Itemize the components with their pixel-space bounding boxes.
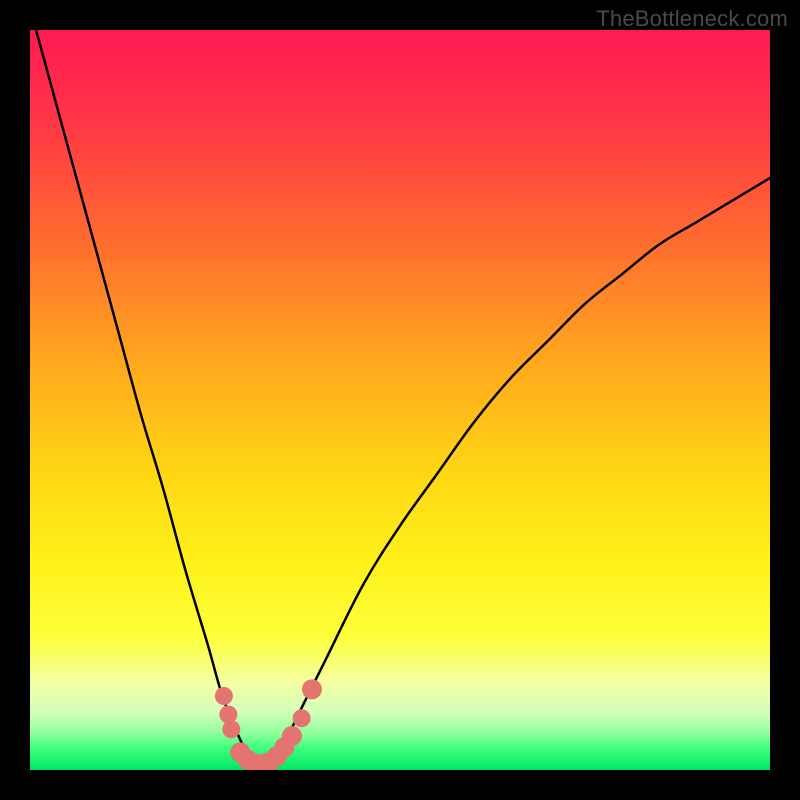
data-marker <box>219 706 237 724</box>
data-marker <box>215 687 233 705</box>
data-marker <box>282 726 302 746</box>
gradient-background <box>30 30 770 770</box>
watermark-label: TheBottleneck.com <box>596 6 788 32</box>
data-marker <box>293 709 311 727</box>
plot-area <box>30 30 770 770</box>
chart-frame: TheBottleneck.com <box>0 0 800 800</box>
data-marker <box>302 679 322 699</box>
bottleneck-chart <box>30 30 770 770</box>
data-marker <box>222 720 240 738</box>
